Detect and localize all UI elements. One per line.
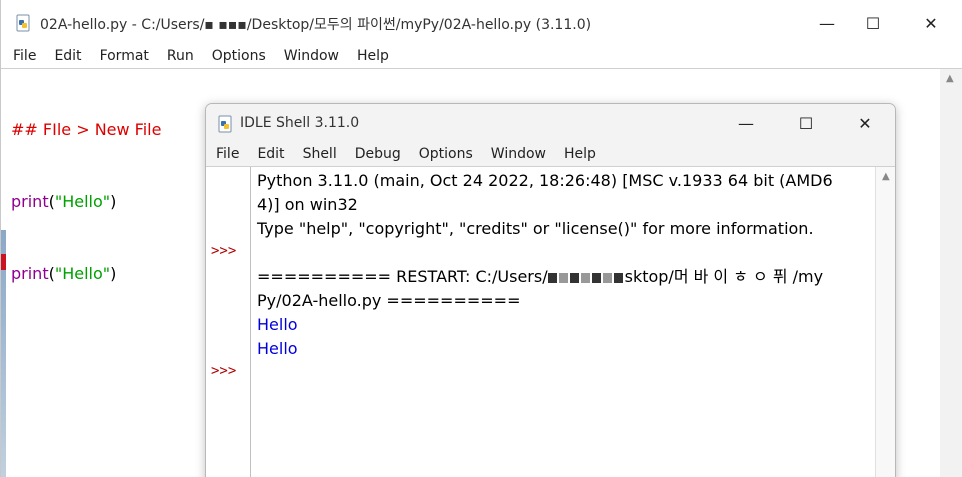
- shell-maximize-button[interactable]: ☐: [788, 110, 824, 136]
- shell-menu-edit[interactable]: Edit: [257, 146, 284, 162]
- prompt-gutter: >>> >>>: [206, 167, 251, 477]
- shell-menubar: File Edit Shell Debug Options Window Hel…: [206, 142, 895, 166]
- editor-close-button[interactable]: ✕: [913, 10, 949, 36]
- editor-menu-help[interactable]: Help: [357, 48, 389, 64]
- shell-window: IDLE Shell 3.11.0 — ☐ ✕ File Edit Shell …: [205, 103, 896, 477]
- editor-titlebar[interactable]: 02A-hello.py - C:/Users/▪ ▪▪▪/Desktop/모두…: [1, 0, 962, 44]
- redacted-username: [547, 267, 625, 286]
- code-line-print-1: print("Hello"): [11, 192, 117, 211]
- shell-minimize-button[interactable]: —: [728, 110, 764, 136]
- shell-restart-line-1: ========== RESTART: C:/Users/sktop/머 바 이…: [257, 267, 824, 286]
- code-line-comment: ## FIle > New File: [11, 120, 162, 139]
- shell-menu-window[interactable]: Window: [491, 146, 546, 162]
- shell-menu-options[interactable]: Options: [419, 146, 473, 162]
- editor-vertical-scrollbar[interactable]: ▲: [940, 69, 962, 477]
- editor-window-title: 02A-hello.py - C:/Users/▪ ▪▪▪/Desktop/모두…: [40, 17, 592, 33]
- editor-menu-file[interactable]: File: [13, 48, 36, 64]
- shell-blank-line: ​: [257, 241, 869, 265]
- desktop-peek-strip: [1, 230, 6, 477]
- editor-menu-edit[interactable]: Edit: [54, 48, 81, 64]
- shell-restart-line-2: Py/02A-hello.py ==========: [257, 291, 521, 310]
- shell-banner-line-2: 4)] on win32: [257, 195, 358, 214]
- desktop-peek-red-mark: [1, 254, 6, 270]
- editor-menu-format[interactable]: Format: [100, 48, 149, 64]
- shell-banner-line-1: Python 3.11.0 (main, Oct 24 2022, 18:26:…: [257, 171, 833, 190]
- shell-output-hello-1: Hello: [257, 315, 298, 334]
- editor-menu-run[interactable]: Run: [167, 48, 194, 64]
- editor-menubar: File Edit Format Run Options Window Help: [1, 44, 962, 68]
- editor-menu-divider: [1, 68, 962, 69]
- editor-maximize-button[interactable]: ☐: [855, 10, 891, 36]
- shell-prompt-1: >>>: [211, 243, 237, 259]
- editor-code-area[interactable]: ## FIle > New File print("Hello") print(…: [11, 70, 161, 334]
- shell-close-button[interactable]: ✕: [847, 110, 883, 136]
- shell-menu-shell[interactable]: Shell: [303, 146, 337, 162]
- scroll-up-arrow-icon[interactable]: ▲: [946, 73, 954, 84]
- shell-output-hello-2: Hello: [257, 339, 298, 358]
- shell-titlebar[interactable]: IDLE Shell 3.11.0 — ☐ ✕: [206, 104, 895, 144]
- editor-menu-options[interactable]: Options: [212, 48, 266, 64]
- shell-menu-help[interactable]: Help: [564, 146, 596, 162]
- shell-output-area[interactable]: Python 3.11.0 (main, Oct 24 2022, 18:26:…: [257, 169, 869, 361]
- shell-menu-debug[interactable]: Debug: [355, 146, 401, 162]
- shell-prompt-2: >>>: [211, 363, 237, 379]
- shell-vertical-scrollbar[interactable]: ▲: [875, 167, 895, 477]
- python-shell-icon: [218, 115, 232, 133]
- shell-window-title: IDLE Shell 3.11.0: [240, 115, 360, 131]
- editor-minimize-button[interactable]: —: [809, 10, 845, 36]
- scroll-up-arrow-icon[interactable]: ▲: [882, 171, 890, 182]
- shell-banner-line-3: Type "help", "copyright", "credits" or "…: [257, 219, 814, 238]
- editor-menu-window[interactable]: Window: [284, 48, 339, 64]
- shell-body: >>> >>> Python 3.11.0 (main, Oct 24 2022…: [206, 166, 895, 477]
- code-line-print-2: print("Hello"): [11, 264, 117, 283]
- python-file-icon: [16, 14, 30, 32]
- shell-menu-file[interactable]: File: [216, 146, 239, 162]
